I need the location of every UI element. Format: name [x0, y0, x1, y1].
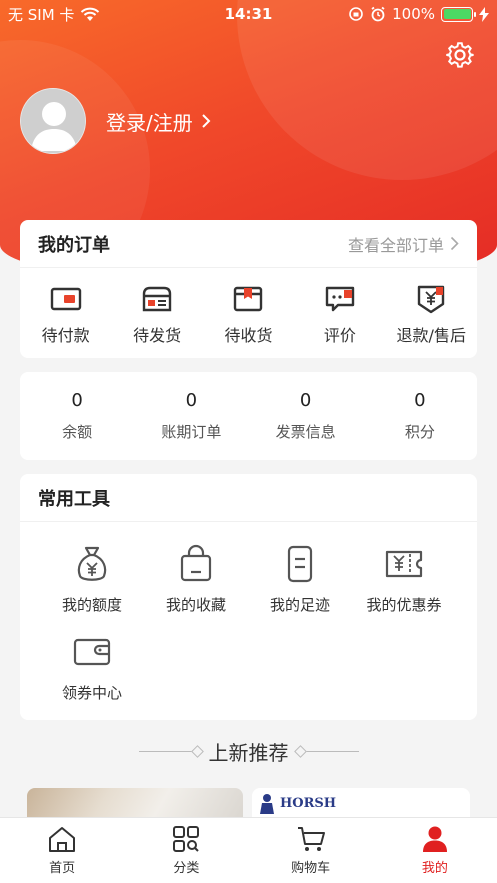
shopping-bag-icon	[180, 544, 212, 582]
carrier-label: 无 SIM 卡	[8, 5, 75, 24]
tool-my-favorites[interactable]: 我的收藏	[144, 544, 248, 632]
tool-my-credit[interactable]: 我的额度	[40, 544, 144, 632]
brand-logo-text: HORSH	[280, 795, 337, 811]
stat-value: 0	[185, 390, 198, 411]
comment-icon	[325, 286, 355, 312]
order-pending-shipment[interactable]: 待发货	[113, 284, 201, 346]
common-tools-card: 常用工具 我的额度 我的收藏 我的足迹 我的优惠券 领券中心	[20, 474, 477, 720]
new-arrivals-heading: 上新推荐	[0, 737, 497, 766]
stat-points[interactable]: 0 积分	[365, 390, 475, 442]
order-review[interactable]: 评价	[296, 284, 384, 346]
account-stats-card: 0 余额 0 账期订单 0 发票信息 0 积分	[20, 372, 477, 460]
order-refund[interactable]: 退款/售后	[387, 284, 475, 346]
orientation-lock-icon	[349, 7, 363, 21]
order-pending-payment[interactable]: 待付款	[22, 284, 110, 346]
order-item-label: 待发货	[133, 326, 182, 345]
avatar[interactable]	[20, 88, 86, 154]
brand-mascot-icon	[260, 794, 274, 814]
cart-icon	[297, 827, 325, 851]
settings-gear-icon[interactable]	[445, 40, 475, 70]
user-icon	[422, 826, 447, 852]
orders-title: 我的订单	[38, 234, 110, 256]
my-orders-card: 我的订单 查看全部订单 待付款 待发货 待收货 评价 退款/售后	[20, 220, 477, 358]
wifi-icon	[81, 7, 100, 21]
tab-label: 首页	[49, 861, 76, 876]
tab-label: 我的	[421, 861, 448, 876]
home-icon	[49, 827, 76, 852]
stat-value: 0	[299, 390, 312, 411]
tool-label: 我的额度	[61, 596, 122, 614]
stat-label: 余额	[62, 423, 93, 441]
profile-section: 登录/注册	[20, 88, 211, 154]
view-all-orders-link[interactable]: 查看全部订单	[348, 232, 459, 256]
clock: 14:31	[224, 5, 273, 23]
order-item-label: 待付款	[41, 326, 90, 345]
refund-icon	[418, 285, 445, 314]
default-avatar-icon	[21, 89, 85, 153]
decorative-divider	[138, 751, 199, 752]
tool-label: 我的足迹	[269, 596, 330, 614]
tool-coupon-center[interactable]: 领券中心	[40, 632, 144, 720]
footprint-icon	[287, 545, 313, 583]
bottom-tab-bar: 首页 分类 购物车 我的	[0, 817, 497, 883]
tab-label: 分类	[173, 861, 200, 876]
login-register-label: 登录/注册	[106, 110, 193, 135]
brand-logo: HORSH	[258, 792, 464, 814]
stat-invoice-info[interactable]: 0 发票信息	[251, 390, 361, 442]
stat-label: 发票信息	[275, 423, 336, 441]
stat-label: 积分	[404, 423, 435, 441]
chevron-right-icon	[202, 114, 211, 128]
charging-icon	[479, 6, 489, 22]
stat-value: 0	[414, 390, 426, 411]
stat-credit-orders[interactable]: 0 账期订单	[136, 390, 246, 442]
tool-label: 我的优惠券	[366, 596, 442, 614]
tab-mine[interactable]: 我的	[373, 818, 497, 883]
status-right-group: 100%	[348, 5, 489, 23]
package-icon	[234, 286, 263, 312]
tool-my-footprints[interactable]: 我的足迹	[248, 544, 352, 632]
view-all-orders-label: 查看全部订单	[347, 235, 444, 255]
tab-home[interactable]: 首页	[0, 818, 124, 883]
wallet-icon	[50, 287, 81, 311]
decorative-divider	[298, 751, 359, 752]
chevron-right-icon	[450, 236, 459, 251]
alarm-icon	[371, 6, 385, 22]
order-item-label: 待收货	[224, 326, 273, 345]
money-bag-icon	[77, 546, 107, 581]
login-register-link[interactable]: 登录/注册	[106, 107, 211, 136]
stat-label: 账期订单	[161, 423, 222, 441]
order-pending-receipt[interactable]: 待收货	[204, 284, 292, 346]
tool-my-coupons[interactable]: 我的优惠券	[352, 544, 456, 632]
tools-header: 常用工具	[20, 474, 477, 522]
new-arrivals-title: 上新推荐	[208, 741, 289, 765]
order-status-row: 待付款 待发货 待收货 评价 退款/售后	[20, 268, 477, 346]
status-bar: 无 SIM 卡 14:31 100%	[0, 0, 497, 28]
tools-grid: 我的额度 我的收藏 我的足迹 我的优惠券 领券中心	[20, 522, 477, 720]
tab-cart[interactable]: 购物车	[249, 818, 373, 883]
stat-balance[interactable]: 0 余额	[22, 390, 132, 442]
order-item-label: 评价	[323, 326, 356, 345]
tool-label: 我的收藏	[165, 596, 226, 614]
category-icon	[173, 826, 200, 852]
tool-label: 领券中心	[61, 684, 122, 702]
order-item-label: 退款/售后	[396, 326, 466, 345]
battery-percent: 100%	[392, 5, 435, 23]
tab-label: 购物车	[291, 861, 331, 876]
box-icon	[142, 286, 172, 312]
coupon-icon	[385, 550, 423, 578]
battery-icon	[441, 6, 476, 22]
carrier-group: 无 SIM 卡	[8, 4, 100, 25]
coupon-wallet-icon	[73, 638, 111, 666]
orders-header: 我的订单 查看全部订单	[20, 220, 477, 268]
stat-value: 0	[71, 390, 83, 411]
tab-category[interactable]: 分类	[124, 818, 248, 883]
tools-title: 常用工具	[38, 488, 110, 510]
